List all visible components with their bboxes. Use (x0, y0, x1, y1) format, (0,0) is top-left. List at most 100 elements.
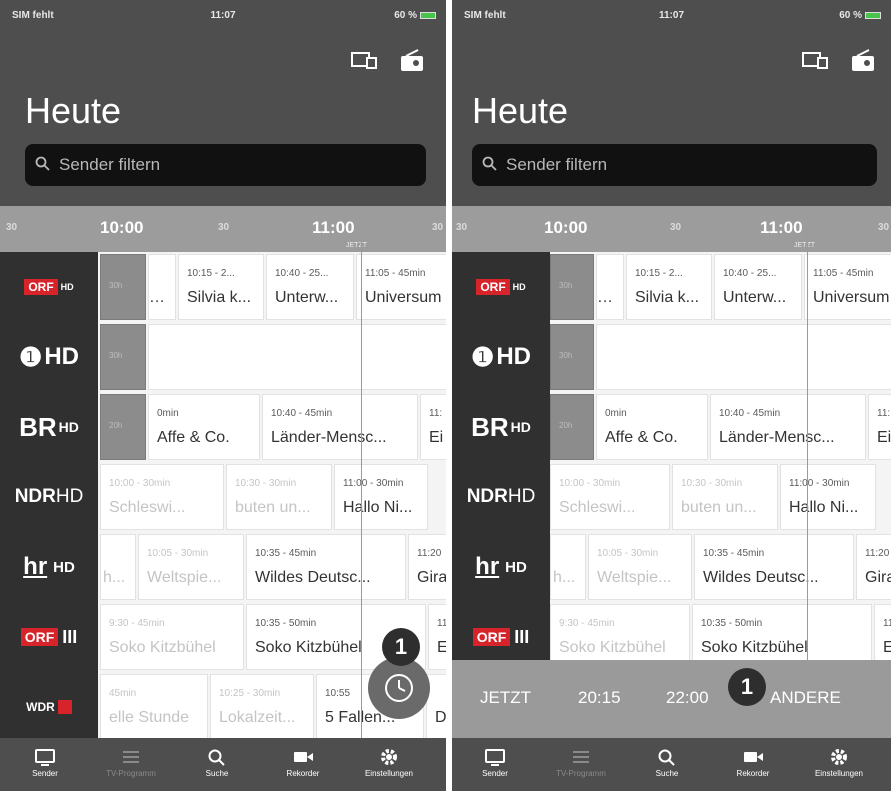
program-cell[interactable]: 0min Affe & Co. (596, 394, 708, 460)
program-cell[interactable]: 30h (550, 324, 594, 390)
program-cell[interactable]: 9:30 - 45min Soko Kitzbühel (550, 604, 690, 660)
program-cell[interactable]: 11: Ei (868, 394, 891, 460)
program-cell[interactable]: 11:05 - 45min Universum (356, 254, 446, 320)
tab-sender[interactable]: Sender (2, 738, 88, 791)
tab-suche[interactable]: Suche (174, 738, 260, 791)
program-cell[interactable]: 10:40 - 25... Unterw... (714, 254, 802, 320)
radio-icon[interactable] (398, 48, 426, 72)
channel-filter-input[interactable]: Sender filtern (472, 144, 877, 186)
tick-label: 11:00 (312, 218, 355, 237)
battery-label: 60 % (839, 10, 862, 21)
program-cell[interactable]: 10:40 - 45min Länder-Mensc... (710, 394, 866, 460)
program-cell[interactable]: 10:35 - 50min Soko Kitzbühel (692, 604, 872, 660)
program-cell[interactable]: 9:30 - 45min Soko Kitzbühel (100, 604, 244, 670)
tick-minor: 30 (878, 222, 890, 233)
tab-tv-programm[interactable]: TV-Programm (88, 738, 174, 791)
program-cell[interactable]: 11:05 - 45min Universum (804, 254, 891, 320)
program-cell[interactable]: 10:05 - 30min Weltspie... (588, 534, 692, 600)
program-cell[interactable]: … (596, 254, 624, 320)
tick-minor: 30 (218, 222, 230, 233)
channel-logo-ard[interactable]: ❶ HD (0, 322, 98, 392)
tab-einstellungen[interactable]: Einstellungen (346, 738, 432, 791)
program-cell[interactable]: 10:25 - 30min Lokalzeit... (210, 674, 314, 740)
search-icon (658, 749, 675, 766)
program-cell[interactable]: 10:15 - 2... Silvia k... (626, 254, 712, 320)
program-cell[interactable]: 0min Affe & Co. (148, 394, 260, 460)
channel-logo-orf1[interactable]: ORF HD (0, 252, 98, 322)
program-cell[interactable]: 10:15 - 2... Silvia k... (178, 254, 264, 320)
tick-minor: 30 (456, 222, 468, 233)
now-line (807, 230, 808, 660)
tab-rekorder[interactable]: Rekorder (260, 738, 346, 791)
jump-2015-button[interactable]: 20:15 (578, 688, 621, 708)
time-jump-button[interactable] (368, 657, 430, 719)
tab-label: TV-Programm (556, 769, 606, 778)
tab-einstellungen[interactable]: Einstellungen (796, 738, 882, 791)
program-cell[interactable]: 10:00 - 30min Schleswi... (550, 464, 670, 530)
program-cell[interactable]: 30h (100, 324, 146, 390)
channel-logo-ndr[interactable]: NDR HD (452, 462, 550, 532)
jump-other-button[interactable]: ANDERE (770, 688, 841, 708)
program-cell[interactable] (148, 324, 446, 390)
jump-now-button[interactable]: JETZT (480, 688, 531, 708)
program-cell[interactable]: 10:05 - 30min Weltspie... (138, 534, 244, 600)
channel-logo-ndr[interactable]: NDR HD (0, 462, 98, 532)
battery-icon (420, 11, 436, 19)
program-cell[interactable]: 10:35 - 45min Wildes Deutsc... (694, 534, 854, 600)
timeline-bar[interactable]: 30 10:00 30 11:00 JETZT 30 (0, 206, 446, 252)
page-title: Heute (25, 90, 122, 131)
channel-filter-input[interactable]: Sender filtern (25, 144, 426, 186)
program-cell[interactable]: 11:20Gira (408, 534, 446, 600)
channel-logo-br[interactable]: BR HD (452, 392, 550, 462)
tab-tv-programm[interactable]: TV-Programm (538, 738, 624, 791)
channel-logo-br[interactable]: BR HD (0, 392, 98, 462)
program-cell[interactable]: h... (100, 534, 136, 600)
program-cell[interactable]: 11: Ei (420, 394, 446, 460)
program-cell[interactable]: 10:30 - 30min buten un... (226, 464, 332, 530)
program-cell[interactable]: 30h (550, 254, 594, 320)
program-cell[interactable]: 30h (100, 254, 146, 320)
tv-icon (35, 749, 55, 766)
epg-row: 30h … 10:15 - 2... Silvia k... 10:40 - 25… (550, 252, 891, 322)
program-cell[interactable]: 11:00 - 30min Hallo Ni... (334, 464, 428, 530)
jump-2200-button[interactable]: 22:00 (666, 688, 709, 708)
time-jump-bar: JETZT 20:15 22:00 ANDERE (452, 660, 891, 738)
epg-row: h... 10:05 - 30min Weltspie... 10:35 - 45… (98, 532, 446, 602)
cast-icon[interactable] (801, 48, 829, 72)
channel-logo-hr[interactable]: hr HD (0, 532, 98, 602)
cast-icon[interactable] (350, 48, 378, 72)
program-cell[interactable]: h... (550, 534, 586, 600)
radio-icon[interactable] (849, 48, 877, 72)
channel-logo-ard[interactable]: ❶ HD (452, 322, 550, 392)
program-cell[interactable]: 10:40 - 25... Unterw... (266, 254, 354, 320)
program-cell[interactable]: 11:20Gira (856, 534, 891, 600)
channel-logo-wdr[interactable]: WDR (0, 672, 98, 742)
tab-label: TV-Programm (106, 769, 156, 778)
program-cell[interactable]: 11:00 - 30min Hallo Ni... (780, 464, 876, 530)
program-cell[interactable]: 10:30 - 30min buten un... (672, 464, 778, 530)
program-cell[interactable]: 10:00 - 30min Schleswi... (100, 464, 224, 530)
program-cell[interactable]: 20h (100, 394, 146, 460)
epg-row: 10:00 - 30min Schleswi... 10:30 - 30min bu… (98, 462, 446, 532)
program-cell[interactable]: 10:35 - 45min Wildes Deutsc... (246, 534, 406, 600)
program-cell[interactable]: 20h (550, 394, 594, 460)
tick-label: 11:00 (760, 218, 803, 237)
tick-minor: 30 (670, 222, 682, 233)
tab-sender[interactable]: Sender (452, 738, 538, 791)
tab-suche[interactable]: Suche (624, 738, 710, 791)
tab-label: Einstellungen (364, 769, 414, 778)
clock-label: 11:07 (658, 10, 685, 21)
program-cell[interactable]: 11:Ex (874, 604, 891, 660)
program-cell[interactable] (596, 324, 891, 390)
program-cell[interactable]: 11:Ex (428, 604, 446, 670)
channel-logo-orf3[interactable]: ORF III (0, 602, 98, 672)
status-bar: SIM fehlt 11:07 60 % (0, 0, 446, 34)
tab-rekorder[interactable]: Rekorder (710, 738, 796, 791)
epg-grid[interactable]: 30h … 10:15 - 2... Silvia k... 10:40 - 25… (550, 252, 891, 660)
channel-logo-orf1[interactable]: ORF HD (452, 252, 550, 322)
program-cell[interactable]: 10:40 - 45min Länder-Mensc... (262, 394, 418, 460)
channel-logo-hr[interactable]: hr HD (452, 532, 550, 602)
timeline-bar[interactable]: 30 10:00 30 11:00 JETZT 30 (452, 206, 891, 252)
program-cell[interactable]: 45min elle Stunde (100, 674, 208, 740)
program-cell[interactable]: … (148, 254, 176, 320)
